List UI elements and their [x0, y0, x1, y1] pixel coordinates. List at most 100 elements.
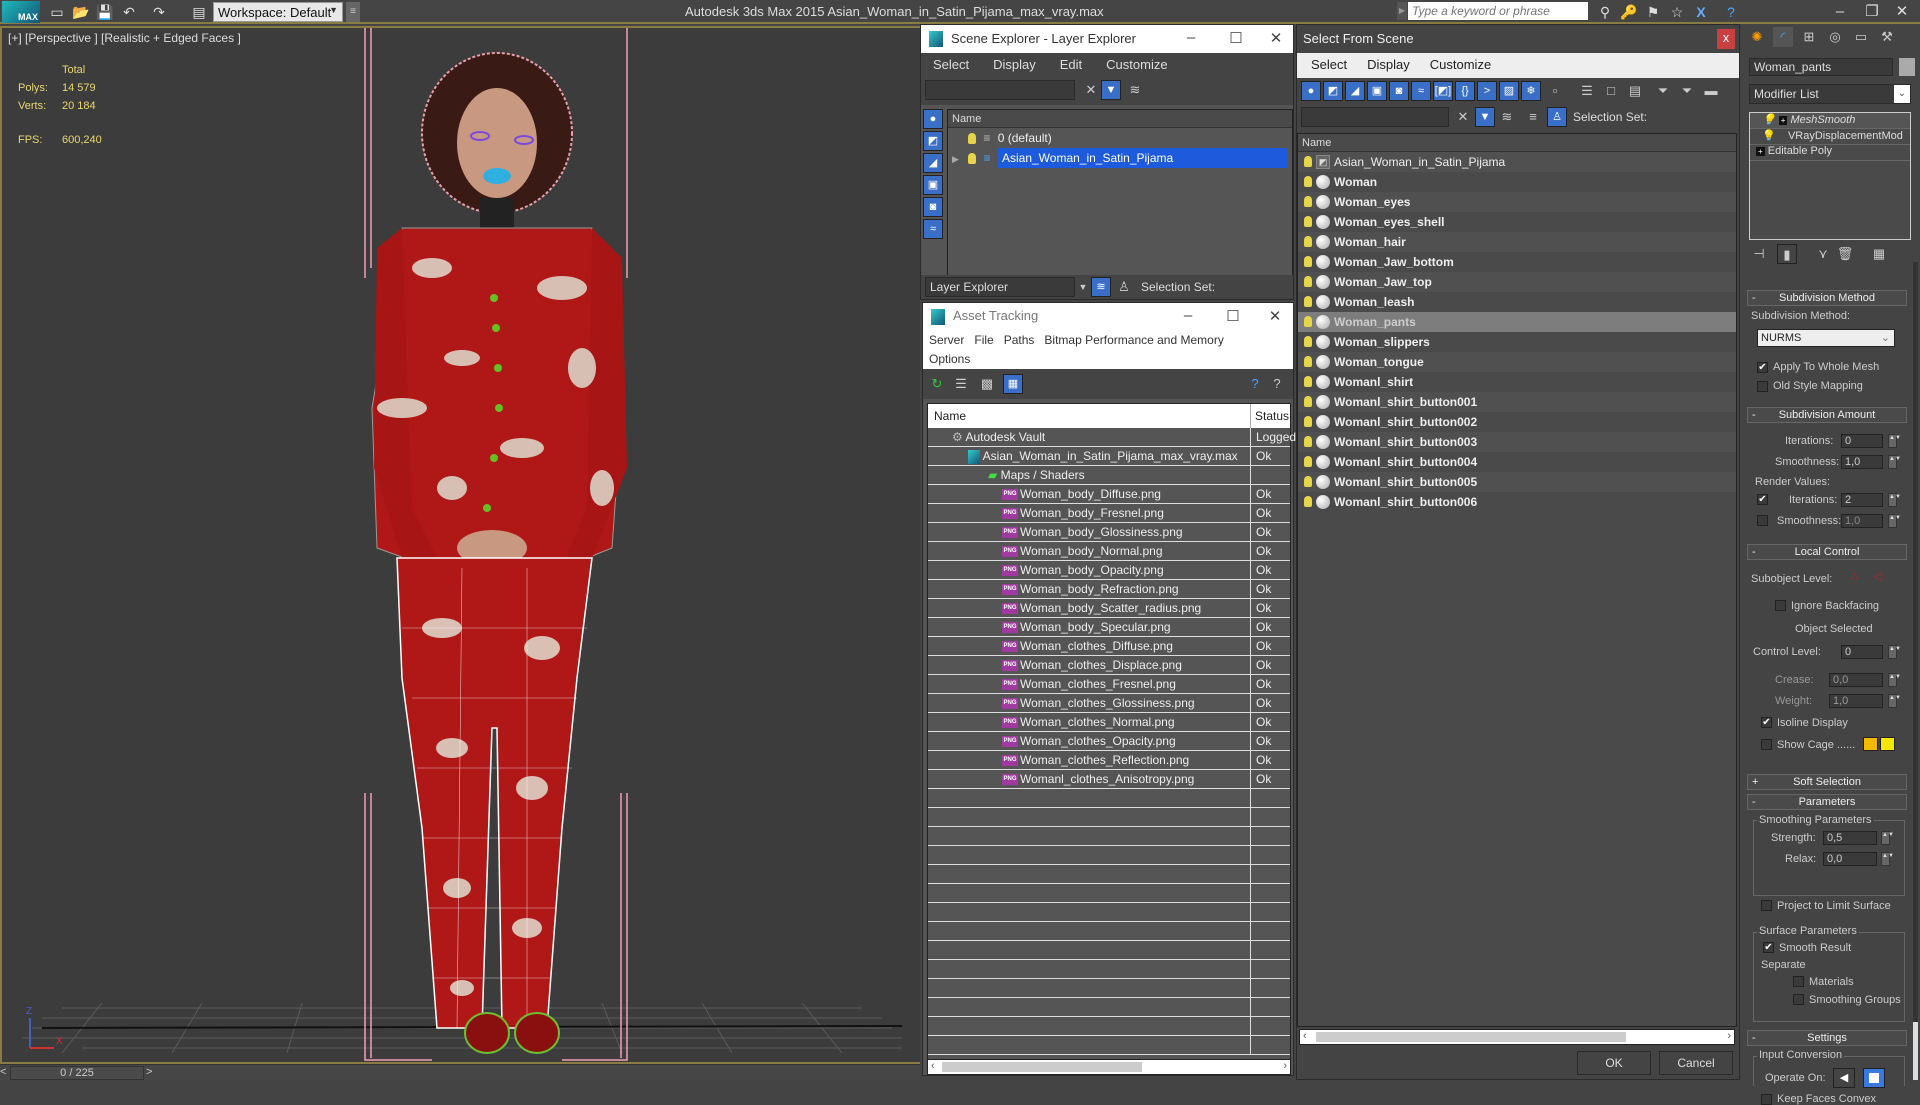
menu-display[interactable]: Display [993, 57, 1036, 72]
light-bulb-icon[interactable]: 💡 [1762, 130, 1776, 142]
spinner-arrows-icon[interactable]: ▲▼ [1881, 831, 1894, 845]
scroll-thumb[interactable] [1913, 1022, 1918, 1080]
parameters-rollout[interactable]: - Parameters [1747, 794, 1907, 810]
asset-horizontal-scrollbar[interactable]: ‹ › [927, 1059, 1291, 1075]
isoline-display-checkbox[interactable]: ✔ [1761, 717, 1772, 728]
maximize-button[interactable]: ☐ [1218, 307, 1248, 325]
control-level-spinner[interactable]: 0 [1841, 645, 1883, 659]
make-unique-icon[interactable]: ⋎ [1813, 244, 1833, 264]
asset-row[interactable]: PNG Woman_clothes_Displace.png Ok [928, 656, 1290, 675]
save-file-icon[interactable]: 💾 [96, 3, 114, 21]
command-panel-scrollbar[interactable] [1913, 262, 1918, 1080]
close-button[interactable]: x [1717, 29, 1735, 49]
menu-options[interactable]: Options [929, 352, 970, 366]
spinner-arrows-icon[interactable]: ▲▼ [1888, 434, 1901, 448]
shapes-filter-icon[interactable]: ◩ [1323, 81, 1343, 101]
visibility-bulb-icon[interactable] [1304, 336, 1312, 347]
object-row[interactable]: Womanl_shirt_button002 [1298, 412, 1736, 432]
visibility-bulb-icon[interactable] [1304, 236, 1312, 247]
modify-tab-icon[interactable]: ◜ [1773, 27, 1793, 47]
bones-filter-icon[interactable]: > [1477, 81, 1497, 101]
visibility-bulb-icon[interactable] [1304, 436, 1312, 447]
asset-row[interactable]: PNG Woman_clothes_Fresnel.png Ok [928, 675, 1290, 694]
new-file-icon[interactable]: ▭ [48, 3, 66, 21]
light-bulb-icon[interactable]: 💡 [1762, 114, 1776, 126]
object-row[interactable]: Womanl_shirt_button005 [1298, 472, 1736, 492]
object-row[interactable]: Woman [1298, 172, 1736, 192]
clear-search-icon[interactable]: ✕ [1453, 107, 1473, 127]
spinner-arrows-icon[interactable]: ▲▼ [1881, 852, 1894, 866]
subdivision-amount-rollout[interactable]: - Subdivision Amount [1747, 407, 1907, 423]
lights-filter-icon[interactable]: ◢ [1345, 81, 1365, 101]
layer-row[interactable]: ▶ ≡ Asian_Woman_in_Satin_Pijama [948, 148, 1292, 168]
modifier-list-dropdown[interactable]: Modifier List ⌄ [1749, 84, 1911, 104]
separate-smoothing-groups-checkbox[interactable] [1793, 994, 1804, 1005]
find-input[interactable] [1301, 107, 1449, 127]
name-column-header[interactable]: Name [934, 409, 966, 423]
groups-filter-icon[interactable]: [◩] [1433, 81, 1453, 101]
perspective-viewport[interactable]: [+] [Perspective ] [Realistic + Edged Fa… [0, 26, 920, 1064]
search-input[interactable] [1408, 2, 1588, 20]
visibility-bulb-icon[interactable] [1304, 196, 1312, 207]
visibility-bulb-icon[interactable] [968, 133, 976, 145]
geometry-filter-icon[interactable]: ● [1301, 81, 1321, 101]
menu-edit[interactable]: Edit [1060, 57, 1082, 72]
status-column-header[interactable]: Status [1250, 404, 1289, 428]
asset-row[interactable]: PNG Woman_body_Glossiness.png Ok [928, 523, 1290, 542]
hierarchy-view-icon[interactable]: ♙ [1547, 107, 1567, 127]
menu-select[interactable]: Select [933, 57, 969, 72]
communication-center-icon[interactable]: ⚑ [1644, 3, 1662, 21]
asset-row[interactable]: Asian_Woman_in_Satin_Pijama_max_vray.max… [928, 447, 1290, 466]
cancel-button[interactable]: Cancel [1659, 1051, 1733, 1075]
table-view-icon[interactable]: ▦ [1003, 374, 1023, 394]
filter-icon[interactable]: ▼ [1101, 80, 1121, 100]
close-button[interactable]: ✕ [1261, 29, 1291, 47]
visibility-bulb-icon[interactable] [968, 153, 977, 165]
scroll-left-icon[interactable]: ‹ [1303, 1030, 1307, 1042]
expand-plus-icon[interactable]: + [1778, 116, 1788, 125]
visibility-bulb-icon[interactable] [1304, 476, 1312, 487]
visibility-bulb-icon[interactable] [1304, 256, 1312, 267]
chevron-down-icon[interactable]: ▼ [1073, 277, 1093, 297]
ignore-backfacing-checkbox[interactable] [1775, 600, 1786, 611]
scene-explorer-titlebar[interactable]: Scene Explorer - Layer Explorer – ☐ ✕ [921, 25, 1293, 53]
object-row[interactable]: Womanl_shirt_button004 [1298, 452, 1736, 472]
render-iterations-checkbox[interactable]: ✔ [1757, 494, 1768, 505]
binoculars-icon[interactable]: ⚲ [1596, 3, 1614, 21]
spinner-arrows-icon[interactable]: ▲▼ [1888, 694, 1901, 708]
asset-row[interactable]: PNG Woman_clothes_Glossiness.png Ok [928, 694, 1290, 713]
local-control-rollout[interactable]: - Local Control [1747, 544, 1907, 560]
utilities-tab-icon[interactable]: ⚒ [1877, 27, 1897, 47]
object-row[interactable]: Woman_Jaw_bottom [1298, 252, 1736, 272]
layer-stack-icon[interactable]: ≋ [1125, 80, 1145, 100]
old-style-mapping-checkbox[interactable] [1757, 381, 1768, 392]
operate-on-triangles-button[interactable]: ◀ [1833, 1068, 1855, 1088]
layer-row[interactable]: ≡ 0 (default) [948, 128, 1292, 148]
expand-arrow-icon[interactable]: ▶ [952, 154, 959, 164]
project-folder-icon[interactable]: ▤ [190, 3, 208, 21]
spacewarps-filter-icon[interactable]: ≈ [1411, 81, 1431, 101]
motion-tab-icon[interactable]: ◎ [1825, 27, 1845, 47]
options-query-icon[interactable]: ? [1267, 374, 1287, 394]
app-menu-button[interactable]: MAX [2, 1, 40, 23]
spinner-arrows-icon[interactable]: ▲▼ [1888, 645, 1901, 659]
scroll-thumb[interactable] [1316, 1032, 1626, 1042]
menu-file[interactable]: File [974, 333, 993, 347]
visibility-bulb-icon[interactable] [1304, 396, 1312, 407]
object-row[interactable]: Woman_leash [1298, 292, 1736, 312]
close-button[interactable]: ✕ [1260, 307, 1290, 325]
subdivision-method-rollout[interactable]: - Subdivision Method [1747, 290, 1907, 306]
configure-sets-icon[interactable]: ▦ [1869, 244, 1889, 264]
time-slider[interactable]: 0 / 225 [10, 1066, 144, 1080]
containers-filter-icon[interactable]: ▨ [1499, 81, 1519, 101]
spinner-arrows-icon[interactable]: ▲▼ [1888, 514, 1901, 528]
menu-select[interactable]: Select [1311, 57, 1347, 72]
create-tab-icon[interactable]: ✺ [1747, 27, 1767, 47]
asset-row[interactable]: PNG Woman_clothes_Reflection.png Ok [928, 751, 1290, 770]
redo-icon[interactable]: ↷ [150, 3, 168, 21]
visibility-bulb-icon[interactable] [1304, 496, 1312, 507]
exchange-x-icon[interactable]: X [1692, 3, 1710, 21]
subdivision-method-dropdown[interactable]: NURMS ⌄ [1757, 329, 1895, 347]
visibility-bulb-icon[interactable] [1304, 156, 1312, 167]
layers-view-icon[interactable]: ≡ [1523, 107, 1543, 127]
